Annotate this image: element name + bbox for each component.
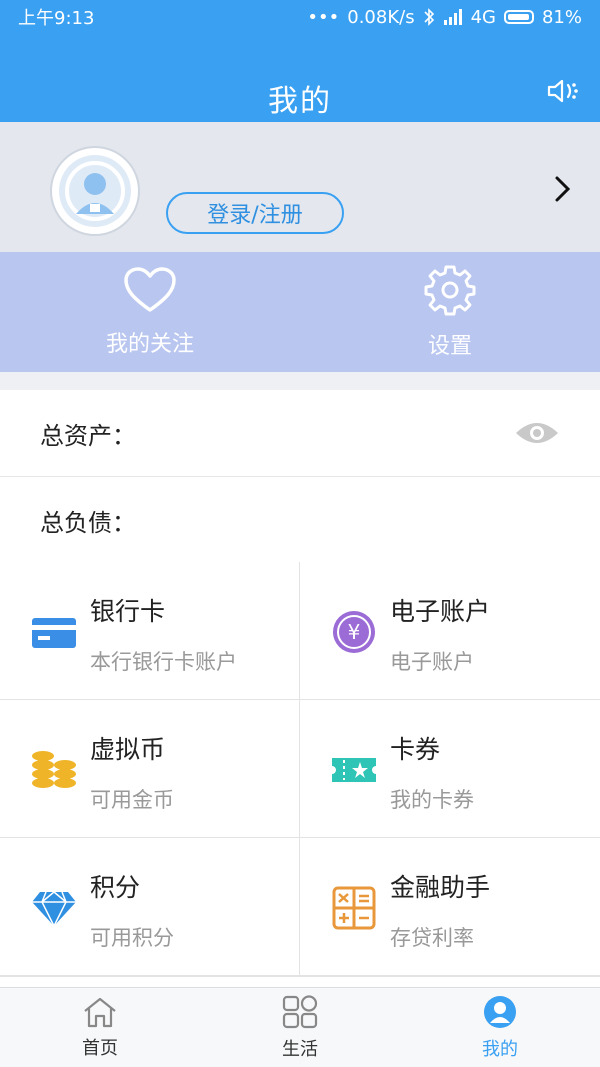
grid-item-virtual-coin[interactable]: 虚拟币 可用金币: [0, 700, 300, 838]
network-speed: 0.08K/s: [347, 6, 415, 28]
speaker-icon[interactable]: [546, 76, 580, 106]
bank-card-icon: [32, 618, 76, 648]
tab-life[interactable]: 生活: [200, 988, 400, 1067]
status-time: 上午9:13: [18, 8, 95, 29]
quick-actions: 我的关注 设置: [0, 252, 600, 372]
total-liabilities-row: 总负债：: [0, 477, 600, 564]
eye-icon[interactable]: [514, 419, 560, 447]
grid-item-e-account[interactable]: ¥ 电子账户 电子账户: [300, 562, 600, 700]
title-bar: 我的: [0, 34, 600, 122]
quick-action-label: 我的关注: [105, 332, 194, 357]
grid-item-title: 电子账户: [390, 597, 491, 626]
grid-item-bank-card[interactable]: 银行卡 本行银行卡账户: [0, 562, 300, 700]
page-title: 我的: [268, 84, 332, 119]
battery-icon: [503, 10, 534, 24]
home-icon: [84, 997, 116, 1027]
total-liabilities-label: 总负债：: [40, 508, 136, 537]
default-avatar-icon: [59, 155, 131, 227]
bottom-tab-bar: 首页 生活 我的: [0, 987, 600, 1067]
grid-item-title: 积分: [90, 873, 141, 902]
tab-label: 我的: [482, 1038, 518, 1060]
bluetooth-icon: [424, 8, 434, 26]
tab-label: 首页: [82, 1037, 118, 1059]
total-assets-label: 总资产：: [40, 421, 136, 450]
grid-item-subtitle: 可用积分: [90, 926, 174, 950]
quick-action-favorites[interactable]: 我的关注: [0, 252, 300, 372]
user-icon: [484, 995, 516, 1028]
grid-item-points[interactable]: 积分 可用积分: [0, 838, 300, 976]
status-dots: •••: [307, 6, 340, 28]
grid-item-title: 银行卡: [90, 597, 166, 626]
tab-home[interactable]: 首页: [0, 988, 200, 1067]
asset-summary: 总资产： 总负债：: [0, 390, 600, 564]
yuan-coin-icon: ¥: [333, 611, 375, 653]
calculator-icon: [332, 886, 376, 930]
tab-label: 生活: [282, 1038, 318, 1060]
svg-text:¥: ¥: [348, 620, 361, 644]
quick-action-settings[interactable]: 设置: [300, 252, 600, 372]
profile-section[interactable]: 登录/注册: [0, 122, 600, 252]
diamond-icon: [32, 891, 76, 927]
avatar[interactable]: [50, 146, 140, 236]
chevron-right-icon[interactable]: [552, 174, 574, 204]
grid-item-subtitle: 可用金币: [90, 788, 174, 812]
grid-item-title: 金融助手: [390, 873, 491, 902]
status-indicators: ••• 0.08K/s 4G 81%: [307, 7, 582, 28]
status-bar: 上午9:13 ••• 0.08K/s 4G 81%: [0, 0, 600, 34]
ticket-icon: [332, 758, 376, 782]
signal-icon: [443, 9, 462, 25]
feature-grid: 银行卡 本行银行卡账户 ¥ 电子账户 电子账户 虚拟币 可用金币 卡券 我的卡券…: [0, 562, 600, 976]
grid-item-subtitle: 我的卡券: [390, 788, 474, 812]
grid-item-subtitle: 存贷利率: [390, 926, 474, 950]
login-register-button[interactable]: 登录/注册: [166, 192, 344, 234]
grid-item-subtitle: 本行银行卡账户: [90, 650, 237, 674]
grid-item-title: 卡券: [390, 735, 441, 764]
coin-stack-icon: [32, 751, 76, 788]
grid-icon: [282, 994, 318, 1028]
network-type: 4G: [470, 6, 496, 28]
grid-item-coupons[interactable]: 卡券 我的卡券: [300, 700, 600, 838]
quick-action-label: 设置: [427, 334, 472, 359]
gear-icon: [424, 265, 476, 316]
total-assets-row: 总资产：: [0, 390, 600, 477]
grid-item-subtitle: 电子账户: [390, 650, 474, 674]
tab-mine[interactable]: 我的: [400, 988, 600, 1067]
grid-item-finance-assistant[interactable]: 金融助手 存贷利率: [300, 838, 600, 976]
heart-icon: [124, 267, 176, 312]
battery-level: 81%: [541, 6, 582, 28]
grid-item-title: 虚拟币: [90, 735, 166, 764]
